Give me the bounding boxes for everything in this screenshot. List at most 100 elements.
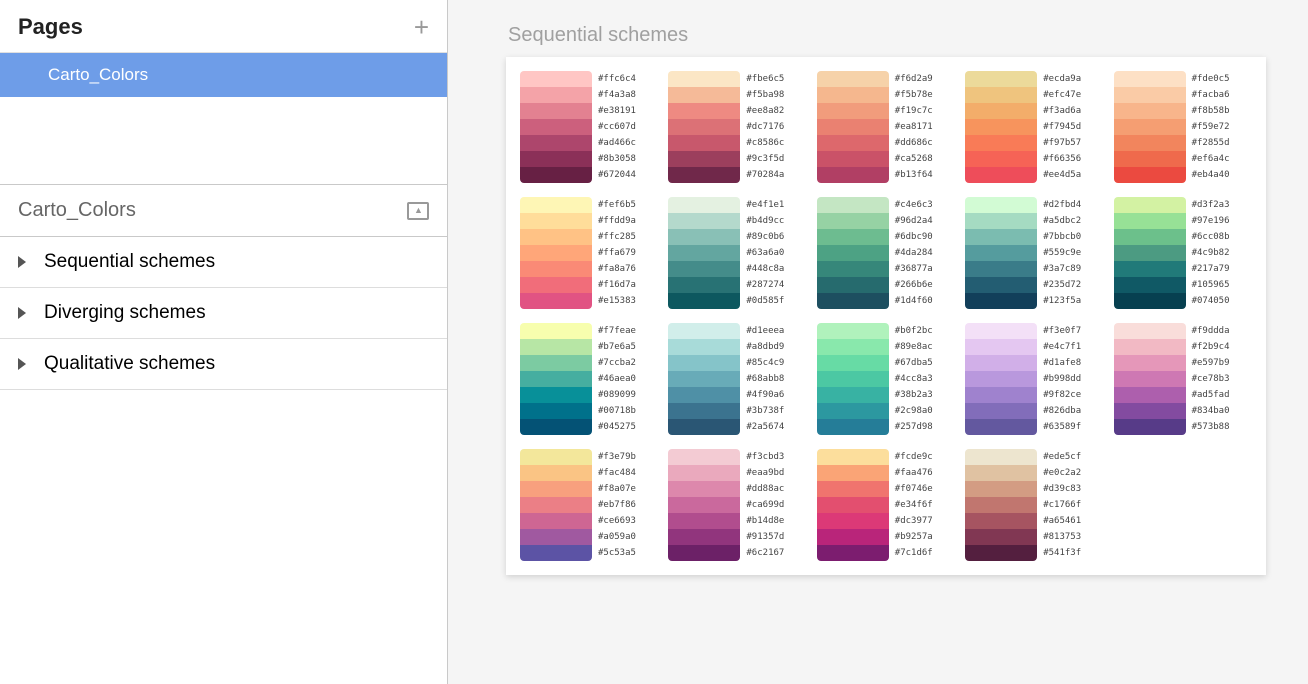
- color-hex-label: #d3f2a3: [1192, 198, 1230, 212]
- palette-block[interactable]: #fbe6c5#f5ba98#ee8a82#dc7176#c8586c#9c3f…: [668, 71, 806, 183]
- color-shade: [817, 229, 889, 245]
- color-shade: [668, 261, 740, 277]
- layer-item-sequential[interactable]: Sequential schemes: [0, 237, 447, 288]
- palette-block[interactable]: #d1eeea#a8dbd9#85c4c9#68abb8#4f90a6#3b73…: [668, 323, 806, 435]
- color-shade: [965, 449, 1037, 465]
- chevron-right-icon: [18, 307, 26, 319]
- color-shade: [668, 481, 740, 497]
- palette-block[interactable]: #e4f1e1#b4d9cc#89c0b6#63a6a0#448c8a#2872…: [668, 197, 806, 309]
- color-hex-label: #97e196: [1192, 214, 1230, 228]
- palette-block[interactable]: #f6d2a9#f5b78e#f19c7c#ea8171#dd686c#ca52…: [817, 71, 955, 183]
- color-hex-label: #c4e6c3: [895, 198, 933, 212]
- color-hex-label: #dc7176: [746, 120, 784, 134]
- add-page-icon[interactable]: +: [414, 14, 429, 40]
- page-item-carto-colors[interactable]: Carto_Colors: [0, 53, 447, 97]
- color-hex-label: #f6d2a9: [895, 72, 933, 86]
- palette-block[interactable]: #fde0c5#facba6#f8b58b#f59e72#f2855d#ef6a…: [1114, 71, 1252, 183]
- color-hex-label: #d39c83: [1043, 482, 1081, 496]
- layer-item-qualitative[interactable]: Qualitative schemes: [0, 339, 447, 390]
- palette-block[interactable]: #f3e0f7#e4c7f1#d1afe8#b998dd#9f82ce#826d…: [965, 323, 1103, 435]
- color-shade: [1114, 387, 1186, 403]
- color-hex-label: #f3e79b: [598, 450, 636, 464]
- color-shade: [1114, 135, 1186, 151]
- palette-block[interactable]: #d3f2a3#97e196#6cc08b#4c9b82#217a79#1059…: [1114, 197, 1252, 309]
- palette-block[interactable]: #f3cbd3#eaa9bd#dd88ac#ca699d#b14d8e#9135…: [668, 449, 806, 561]
- sidebar: Pages + Carto_Colors Carto_Colors Sequen…: [0, 0, 448, 684]
- palette-block[interactable]: #f3e79b#fac484#f8a07e#eb7f86#ce6693#a059…: [520, 449, 658, 561]
- color-shade: [668, 529, 740, 545]
- color-shade: [668, 513, 740, 529]
- palette-block[interactable]: #ffc6c4#f4a3a8#e38191#cc607d#ad466c#8b30…: [520, 71, 658, 183]
- color-shade: [1114, 277, 1186, 293]
- palette-block[interactable]: #f7feae#b7e6a5#7ccba2#46aea0#089099#0071…: [520, 323, 658, 435]
- color-shade: [817, 545, 889, 561]
- color-hex-label: #f2855d: [1192, 136, 1230, 150]
- color-shade: [965, 339, 1037, 355]
- color-shade: [520, 277, 592, 293]
- color-shade: [668, 545, 740, 561]
- color-shade: [965, 197, 1037, 213]
- color-shade: [965, 167, 1037, 183]
- color-shade: [817, 151, 889, 167]
- color-shade: [520, 355, 592, 371]
- color-hex-label: #f2b9c4: [1192, 340, 1230, 354]
- palette-swatch: [965, 323, 1037, 435]
- color-hex-label: #f7feae: [598, 324, 636, 338]
- color-shade: [817, 465, 889, 481]
- color-hex-label: #dd88ac: [746, 482, 784, 496]
- color-shade: [965, 87, 1037, 103]
- color-shade: [668, 229, 740, 245]
- color-shade: [520, 197, 592, 213]
- color-hex-label: #d2fbd4: [1043, 198, 1081, 212]
- color-hex-label: #f8a07e: [598, 482, 636, 496]
- color-shade: [668, 167, 740, 183]
- color-hex-label: #e38191: [598, 104, 636, 118]
- color-hex-label: #089099: [598, 388, 636, 402]
- color-shade: [965, 151, 1037, 167]
- color-hex-label: #fac484: [598, 466, 636, 480]
- palette-block[interactable]: #c4e6c3#96d2a4#6dbc90#4da284#36877a#266b…: [817, 197, 955, 309]
- palette-block[interactable]: #ecda9a#efc47e#f3ad6a#f7945d#f97b57#f663…: [965, 71, 1103, 183]
- canvas[interactable]: Sequential schemes #ffc6c4#f4a3a8#e38191…: [448, 0, 1308, 684]
- palette-labels: #f7feae#b7e6a5#7ccba2#46aea0#089099#0071…: [598, 323, 636, 435]
- color-hex-label: #045275: [598, 420, 636, 434]
- color-shade: [965, 465, 1037, 481]
- color-hex-label: #a5dbc2: [1043, 214, 1081, 228]
- palette-block[interactable]: #f9ddda#f2b9c4#e597b9#ce78b3#ad5fad#834b…: [1114, 323, 1252, 435]
- artboard-sequential[interactable]: #ffc6c4#f4a3a8#e38191#cc607d#ad466c#8b30…: [506, 57, 1266, 575]
- palette-swatch: [520, 197, 592, 309]
- color-hex-label: #ce78b3: [1192, 372, 1230, 386]
- color-hex-label: #ea8171: [895, 120, 933, 134]
- color-hex-label: #70284a: [746, 168, 784, 182]
- color-hex-label: #d1eeea: [746, 324, 784, 338]
- color-hex-label: #f3cbd3: [746, 450, 784, 464]
- artboard-title[interactable]: Sequential schemes: [508, 24, 1308, 47]
- preview-toggle-icon[interactable]: [407, 202, 429, 220]
- color-shade: [1114, 197, 1186, 213]
- color-shade: [668, 387, 740, 403]
- palette-block[interactable]: #fef6b5#ffdd9a#ffc285#ffa679#fa8a76#f16d…: [520, 197, 658, 309]
- color-hex-label: #7c1d6f: [895, 546, 933, 560]
- color-hex-label: #67dba5: [895, 356, 933, 370]
- color-shade: [668, 103, 740, 119]
- color-shade: [817, 403, 889, 419]
- layer-item-diverging[interactable]: Diverging schemes: [0, 288, 447, 339]
- palette-swatch: [1114, 197, 1186, 309]
- palette-block[interactable]: #d2fbd4#a5dbc2#7bbcb0#559c9e#3a7c89#235d…: [965, 197, 1103, 309]
- palette-labels: #d1eeea#a8dbd9#85c4c9#68abb8#4f90a6#3b73…: [746, 323, 784, 435]
- palette-block[interactable]: #b0f2bc#89e8ac#67dba5#4cc8a3#38b2a3#2c98…: [817, 323, 955, 435]
- palette-block[interactable]: #fcde9c#faa476#f0746e#e34f6f#dc3977#b925…: [817, 449, 955, 561]
- chevron-right-icon: [18, 358, 26, 370]
- palette-block[interactable]: #ede5cf#e0c2a2#d39c83#c1766f#a65461#8137…: [965, 449, 1103, 561]
- color-hex-label: #eb4a40: [1192, 168, 1230, 182]
- color-hex-label: #f3ad6a: [1043, 104, 1081, 118]
- palette-grid: #ffc6c4#f4a3a8#e38191#cc607d#ad466c#8b30…: [520, 71, 1252, 561]
- color-hex-label: #b13f64: [895, 168, 933, 182]
- color-hex-label: #266b6e: [895, 278, 933, 292]
- color-shade: [1114, 213, 1186, 229]
- color-shade: [668, 465, 740, 481]
- color-hex-label: #2c98a0: [895, 404, 933, 418]
- color-hex-label: #0d585f: [746, 294, 784, 308]
- color-hex-label: #fbe6c5: [746, 72, 784, 86]
- color-hex-label: #074050: [1192, 294, 1230, 308]
